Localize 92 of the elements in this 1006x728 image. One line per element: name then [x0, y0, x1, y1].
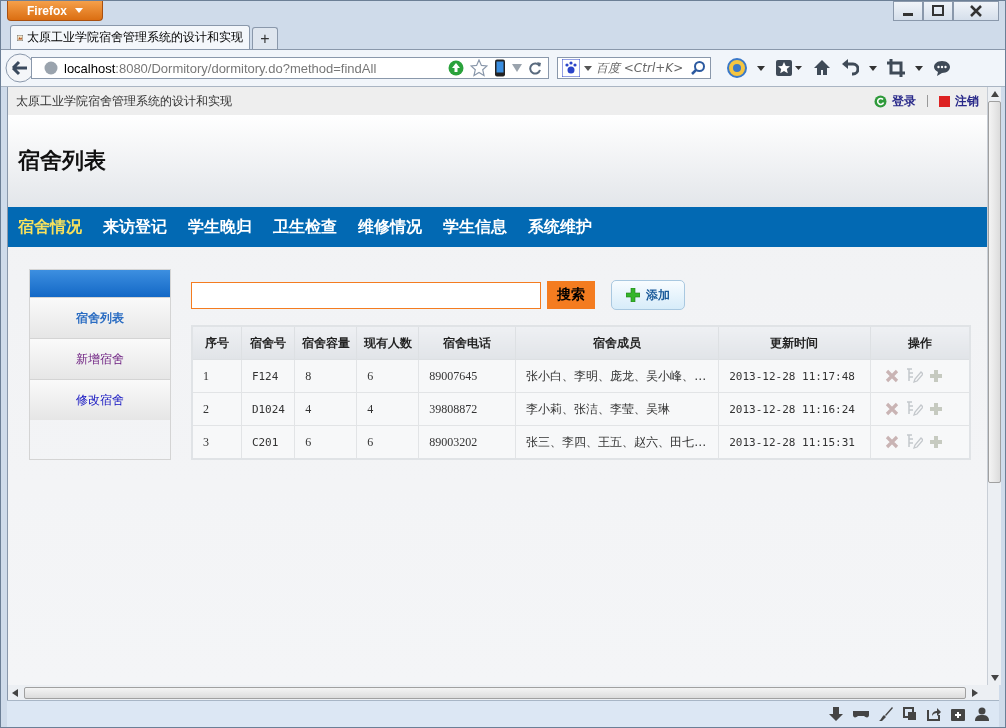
page-heading: 宿舍列表 [18, 147, 106, 175]
column-header: 宿舍号 [241, 326, 295, 360]
table-cell: 4 [356, 392, 419, 426]
nav-link[interactable]: 学生晚归 [188, 216, 252, 238]
table-cell: 4 [294, 392, 357, 426]
table-cell: 89007645 [418, 359, 516, 393]
close-icon[interactable] [953, 1, 999, 21]
search-button[interactable]: 搜索 [547, 281, 595, 309]
column-header: 更新时间 [718, 326, 871, 360]
add-button[interactable]: 添加 [611, 280, 685, 310]
search-field[interactable] [191, 281, 541, 309]
table-cell: 张三、李四、王五、赵六、田七… [515, 425, 719, 459]
scroll-left-icon[interactable] [12, 688, 18, 697]
table-cell: 3 [192, 425, 242, 459]
share-icon[interactable] [927, 707, 941, 721]
vertical-scrollbar[interactable] [987, 87, 1001, 685]
table-cell: 6 [356, 425, 419, 459]
table-cell: D1024 [241, 392, 295, 426]
chat-icon[interactable] [933, 59, 951, 77]
tab-title: 太原工业学院宿舍管理系统的设计和实现 [27, 29, 243, 46]
sidebar-item[interactable]: 新增宿舍 [30, 338, 170, 379]
search-icon[interactable] [690, 60, 706, 76]
table-cell: C201 [241, 425, 295, 459]
caret-icon[interactable] [584, 65, 592, 71]
table-cell: 8 [294, 359, 357, 393]
column-header: 现有人数 [356, 326, 419, 360]
column-header: 宿舍电话 [418, 326, 516, 360]
horizontal-scrollbar[interactable] [7, 685, 999, 700]
table-cell: 张小白、李明、庞龙、吴小峰、… [515, 359, 719, 393]
phone-icon[interactable] [494, 59, 506, 77]
minimize-icon[interactable] [893, 1, 923, 21]
table-cell: 89003202 [418, 425, 516, 459]
scroll-up-icon[interactable] [990, 91, 999, 97]
table-cell: 6 [294, 425, 357, 459]
nav-link[interactable]: 维修情况 [358, 216, 422, 238]
maximize-icon[interactable] [923, 1, 953, 21]
nav-link[interactable]: 卫生检查 [273, 216, 337, 238]
table-cell: 李小莉、张洁、李莹、吴琳 [515, 392, 719, 426]
brush-icon[interactable] [879, 707, 893, 721]
column-header: 宿舍成员 [515, 326, 719, 360]
table-cell: 1 [192, 359, 242, 393]
crop-icon[interactable] [887, 59, 905, 77]
new-tab-button[interactable]: + [252, 27, 278, 49]
nav-link[interactable]: 来访登记 [103, 216, 167, 238]
badge-icon[interactable] [727, 58, 747, 78]
browser-tab[interactable]: 太原工业学院宿舍管理系统的设计和实现 [10, 25, 250, 49]
bookmarks-icon[interactable] [775, 59, 803, 77]
logout-icon [939, 95, 950, 107]
table-cell: 6 [356, 359, 419, 393]
scroll-thumb[interactable] [988, 101, 1001, 483]
go-icon[interactable] [448, 60, 464, 76]
logout-link[interactable]: 注销 [955, 92, 979, 110]
web-search-field[interactable]: 百度 <Ctrl+K> [557, 57, 711, 79]
login-icon [874, 94, 887, 108]
column-header: 序号 [192, 326, 242, 360]
scroll-down-icon[interactable] [990, 675, 999, 681]
nav-link[interactable]: 学生信息 [443, 216, 507, 238]
home-icon[interactable] [813, 59, 831, 77]
sidebar-item[interactable]: 修改宿舍 [30, 379, 170, 420]
login-link[interactable]: 登录 [892, 92, 916, 110]
reload-icon[interactable] [528, 61, 542, 75]
globe-icon [44, 61, 58, 75]
table-cell: 2013-12-28 11:17:48 [718, 359, 871, 393]
url-text: localhost:8080/Dormitory/dormitory.do?method=findAll [64, 60, 378, 76]
caret-icon[interactable] [869, 65, 877, 71]
table-cell: 2013-12-28 11:15:31 [718, 425, 871, 459]
address-bar[interactable]: localhost:8080/Dormitory/dormitory.do?method=findAll [31, 57, 549, 79]
plus-icon [626, 288, 640, 302]
site-name: 太原工业学院宿舍管理系统的设计和实现 [16, 92, 232, 110]
nav-link[interactable]: 系统维护 [528, 216, 592, 238]
table-cell: 39808872 [418, 392, 516, 426]
dropdown-icon[interactable] [512, 64, 522, 72]
caret-icon[interactable] [757, 65, 765, 71]
first-aid-icon[interactable] [951, 707, 965, 721]
scroll-right-icon[interactable] [972, 688, 978, 697]
sidebar-item[interactable]: 宿舍列表 [30, 297, 170, 338]
table-cell: 2 [192, 392, 242, 426]
star-icon[interactable] [470, 59, 488, 77]
caret-icon[interactable] [915, 65, 923, 71]
download-icon[interactable] [829, 707, 843, 721]
nav-link[interactable]: 宿舍情况 [18, 216, 82, 238]
search-placeholder: 百度 <Ctrl+K> [596, 59, 685, 77]
undo-icon[interactable] [841, 59, 859, 77]
table-cell: F124 [241, 359, 295, 393]
caret-icon [75, 8, 83, 13]
windows-icon[interactable] [903, 707, 917, 721]
paw-icon [562, 59, 580, 77]
column-header: 操作 [870, 326, 970, 360]
scroll-thumb[interactable] [24, 686, 966, 699]
user-icon[interactable] [975, 707, 989, 721]
column-header: 宿舍容量 [294, 326, 357, 360]
table-cell: 2013-12-28 11:16:24 [718, 392, 871, 426]
